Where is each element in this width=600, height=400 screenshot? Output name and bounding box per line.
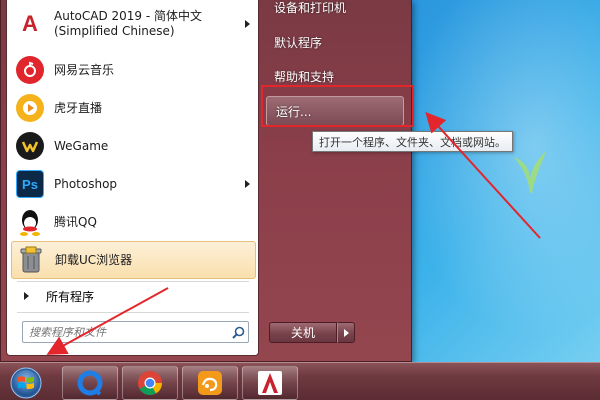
program-item-qq[interactable]: 腾讯QQ xyxy=(7,203,258,241)
shutdown-button[interactable]: 关机 xyxy=(269,322,337,343)
program-item-photoshop[interactable]: Ps Photoshop xyxy=(7,165,258,203)
program-item-uninstall-uc[interactable]: 卸载UC浏览器 xyxy=(11,241,256,279)
autocad-icon: A xyxy=(16,10,44,38)
shutdown-options-button[interactable] xyxy=(337,322,355,343)
annotation-run-highlight xyxy=(261,85,414,127)
qq-icon xyxy=(16,208,44,236)
program-label: 卸载UC浏览器 xyxy=(55,252,133,267)
program-label: WeGame xyxy=(54,138,109,153)
program-label: 网易云音乐 xyxy=(54,62,115,77)
huya-icon xyxy=(16,94,44,122)
menu-item-devices-printers[interactable]: 设备和打印机 xyxy=(265,0,409,20)
submenu-arrow-icon xyxy=(245,180,250,188)
menu-item-default-programs[interactable]: 默认程序 xyxy=(265,29,409,55)
photoshop-icon: Ps xyxy=(16,170,44,198)
chevron-right-icon xyxy=(343,328,349,337)
taskbar-qq-browser[interactable] xyxy=(62,366,118,400)
chrome-icon xyxy=(138,371,162,396)
help-support-label: 帮助和支持 xyxy=(274,69,335,84)
program-item-autocad[interactable]: A AutoCAD 2019 - 简体中文 (Simplified Chines… xyxy=(7,3,258,45)
program-item-netease-music[interactable]: 网易云音乐 xyxy=(7,51,258,89)
start-menu: A AutoCAD 2019 - 简体中文 (Simplified Chines… xyxy=(0,0,412,362)
program-item-wegame[interactable]: WeGame xyxy=(7,127,258,165)
divider xyxy=(17,312,249,313)
divider xyxy=(17,281,249,282)
search-input[interactable] xyxy=(23,322,228,342)
submenu-arrow-icon xyxy=(245,20,250,28)
uc-browser-icon xyxy=(198,371,222,395)
autocad-icon xyxy=(258,371,282,395)
devices-printers-label: 设备和打印机 xyxy=(274,0,347,15)
search-icon[interactable] xyxy=(228,322,248,342)
taskbar-uc-browser[interactable] xyxy=(182,366,238,400)
start-search-box[interactable] xyxy=(22,321,249,343)
program-label: 腾讯QQ xyxy=(54,214,97,229)
taskbar-chrome[interactable] xyxy=(122,366,178,400)
program-label: AutoCAD 2019 - 简体中文 (Simplified Chinese) xyxy=(54,9,203,38)
shutdown-group: 关机 xyxy=(269,322,355,343)
wegame-icon xyxy=(16,132,44,160)
program-item-huya[interactable]: 虎牙直播 xyxy=(7,89,258,127)
uninstall-icon xyxy=(17,246,45,274)
expand-arrow-icon xyxy=(24,292,29,300)
program-label: Photoshop xyxy=(54,176,118,191)
program-label: 虎牙直播 xyxy=(54,100,103,115)
taskbar-autocad[interactable] xyxy=(242,366,298,400)
desktop-wallpaper xyxy=(380,0,600,370)
windows-start-orb-icon[interactable] xyxy=(8,366,44,400)
start-menu-programs-pane: A AutoCAD 2019 - 简体中文 (Simplified Chines… xyxy=(6,0,259,356)
wallpaper-leaf-icon xyxy=(514,151,546,193)
all-programs-button[interactable]: 所有程序 xyxy=(7,283,258,309)
qq-browser-icon xyxy=(77,370,103,396)
all-programs-label: 所有程序 xyxy=(46,289,95,304)
netease-music-icon xyxy=(16,56,44,84)
default-programs-label: 默认程序 xyxy=(274,35,323,50)
run-tooltip: 打开一个程序、文件夹、文档或网站。 xyxy=(312,131,513,152)
